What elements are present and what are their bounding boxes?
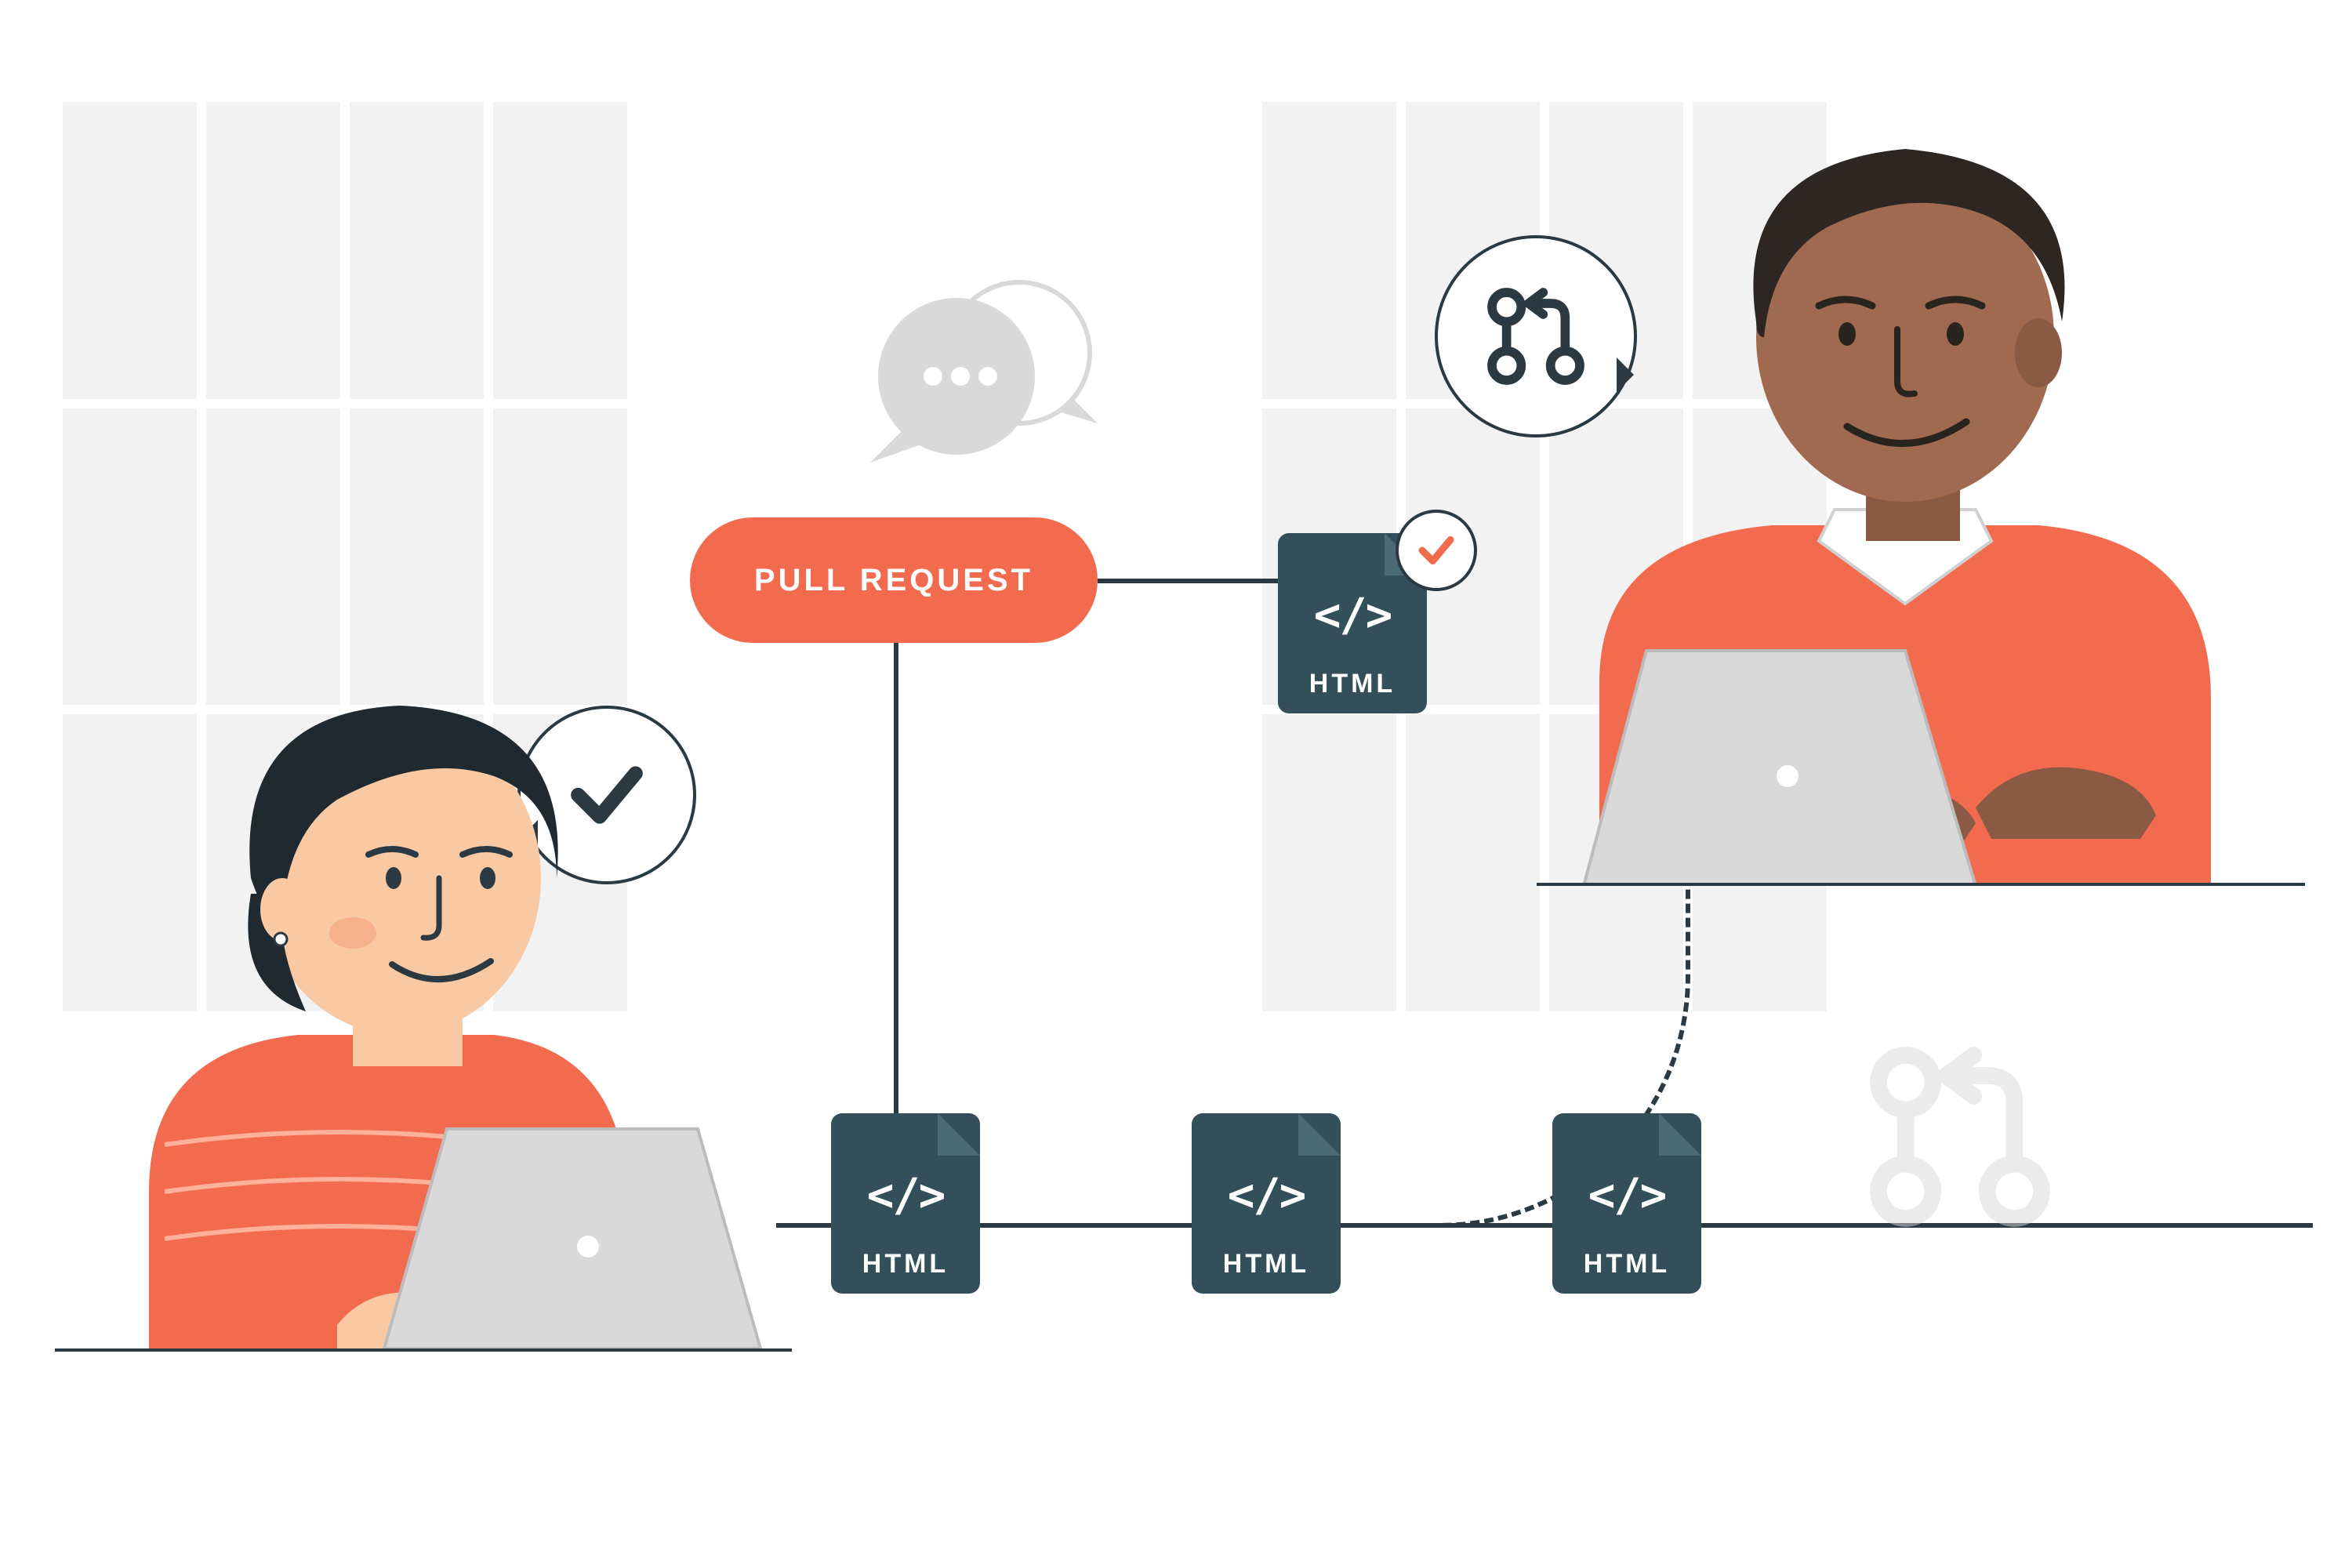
developer-left-illustration: [55, 643, 776, 1348]
file-label: HTML: [831, 1249, 980, 1279]
approved-badge: [1396, 510, 1477, 591]
checkmark-icon: [1415, 529, 1457, 572]
desk-line-right: [1537, 883, 2305, 886]
git-pull-request-icon-faded: [1858, 1035, 2062, 1239]
chat-ellipsis-icon: [862, 267, 1098, 470]
file-label: HTML: [1192, 1249, 1341, 1279]
pull-request-label: PULL REQUEST: [754, 563, 1033, 598]
code-icon: </>: [1192, 1168, 1341, 1221]
pull-request-pill: PULL REQUEST: [690, 517, 1098, 643]
code-icon: </>: [1278, 588, 1427, 641]
html-file-commit-3: </> HTML: [1552, 1113, 1701, 1294]
desk-line-left: [55, 1348, 792, 1352]
file-label: HTML: [1278, 669, 1427, 699]
connector-bottom-rail: [776, 1223, 2313, 1228]
html-file-commit-1: </> HTML: [831, 1113, 980, 1294]
html-file-commit-2: </> HTML: [1192, 1113, 1341, 1294]
diagram-canvas: PULL REQUEST </> HTML </> HTML </> HTML …: [0, 0, 2352, 1568]
file-label: HTML: [1552, 1249, 1701, 1279]
developer-right-illustration: [1537, 102, 2305, 886]
code-icon: </>: [1552, 1168, 1701, 1221]
code-icon: </>: [831, 1168, 980, 1221]
